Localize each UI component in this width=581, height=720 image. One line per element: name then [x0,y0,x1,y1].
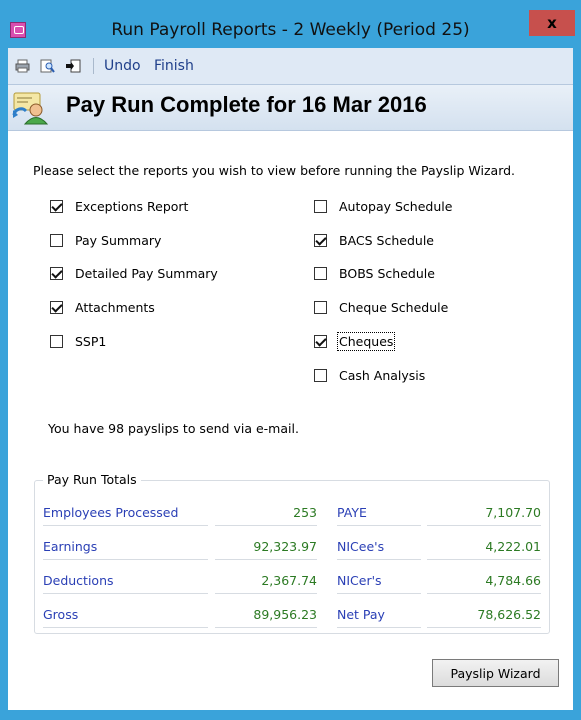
total-value: 7,107.70 [427,500,541,526]
exceptions-checkbox[interactable] [50,200,63,213]
export-icon[interactable] [66,59,81,73]
report-option-cheques[interactable]: Cheques [314,332,396,351]
autopay-schedule-checkbox[interactable] [314,200,327,213]
main-panel: Please select the reports you wish to vi… [8,131,573,710]
report-option-ssp1[interactable]: SSP1 [50,334,106,349]
window-title: Run Payroll Reports - 2 Weekly (Period 2… [111,20,470,40]
print-preview-icon[interactable] [40,59,55,73]
report-option-cheque-schedule[interactable]: Cheque Schedule [314,300,448,315]
finish-button[interactable]: Finish [154,58,194,74]
report-option-cash-analysis[interactable]: Cash Analysis [314,368,425,383]
report-option-pay-summary[interactable]: Pay Summary [50,233,161,248]
checkbox-label: Attachments [75,300,155,315]
payslip-wizard-button[interactable]: Payslip Wizard [432,659,559,687]
page-title: Pay Run Complete for 16 Mar 2016 [66,92,427,117]
bacs-schedule-checkbox[interactable] [314,234,327,247]
detailed-pay-summary-checkbox[interactable] [50,267,63,280]
total-label: Deductions [43,568,208,594]
checkbox-label: Exceptions Report [75,199,189,214]
total-value: 253 [215,500,317,526]
total-value: 4,784.66 [427,568,541,594]
checkbox-label: Detailed Pay Summary [75,266,218,281]
total-value: 92,323.97 [215,534,317,560]
total-label: PAYE [337,500,421,526]
pay-summary-checkbox[interactable] [50,234,63,247]
report-option-exceptions[interactable]: Exceptions Report [50,199,188,214]
report-option-bacs-schedule[interactable]: BACS Schedule [314,233,434,248]
total-label: Earnings [43,534,208,560]
checkbox-label: Pay Summary [75,233,162,248]
report-option-attachments[interactable]: Attachments [50,300,155,315]
checkbox-label: Cheques [336,332,396,351]
total-value: 78,626.52 [427,602,541,628]
report-option-detailed-pay-summary[interactable]: Detailed Pay Summary [50,266,218,281]
print-icon[interactable] [15,59,30,73]
ssp1-checkbox[interactable] [50,335,63,348]
pay-run-totals-group: Pay Run Totals Employees Processed 253 P… [34,472,550,636]
checkbox-label: Cheque Schedule [339,300,449,315]
report-option-autopay-schedule[interactable]: Autopay Schedule [314,199,452,214]
payroll-reports-window: Run Payroll Reports - 2 Weekly (Period 2… [0,0,581,720]
email-payslips-message: You have 98 payslips to send via e-mail. [48,421,299,436]
total-label: Net Pay [337,602,421,628]
checkbox-label: Cash Analysis [339,368,426,383]
toolbar: Undo Finish [8,48,573,85]
cheques-checkbox[interactable] [314,335,327,348]
total-label: Employees Processed [43,500,208,526]
bobs-schedule-checkbox[interactable] [314,267,327,280]
total-value: 89,956.23 [215,602,317,628]
checkbox-label: BACS Schedule [339,233,434,248]
toolbar-separator [93,58,94,74]
checkbox-label: SSP1 [75,334,107,349]
table-row: Gross 89,956.23 Net Pay 78,626.52 [35,602,549,636]
table-row: Earnings 92,323.97 NICee's 4,222.01 [35,534,549,568]
header-banner: Pay Run Complete for 16 Mar 2016 [8,85,573,131]
cheque-schedule-checkbox[interactable] [314,301,327,314]
table-row: Employees Processed 253 PAYE 7,107.70 [35,500,549,534]
instructions-text: Please select the reports you wish to vi… [33,163,516,178]
title-bar: Run Payroll Reports - 2 Weekly (Period 2… [0,0,581,48]
total-value: 2,367.74 [215,568,317,594]
checkbox-label: Autopay Schedule [339,199,453,214]
total-label: Gross [43,602,208,628]
attachments-checkbox[interactable] [50,301,63,314]
undo-button[interactable]: Undo [104,58,141,74]
report-option-bobs-schedule[interactable]: BOBS Schedule [314,266,435,281]
total-label: NICee's [337,534,421,560]
cash-analysis-checkbox[interactable] [314,369,327,382]
total-value: 4,222.01 [427,534,541,560]
total-label: NICer's [337,568,421,594]
payroll-user-icon [12,92,48,125]
group-legend: Pay Run Totals [43,472,141,487]
close-button[interactable]: x [529,10,575,36]
table-row: Deductions 2,367.74 NICer's 4,784.66 [35,568,549,602]
checkbox-label: BOBS Schedule [339,266,435,281]
